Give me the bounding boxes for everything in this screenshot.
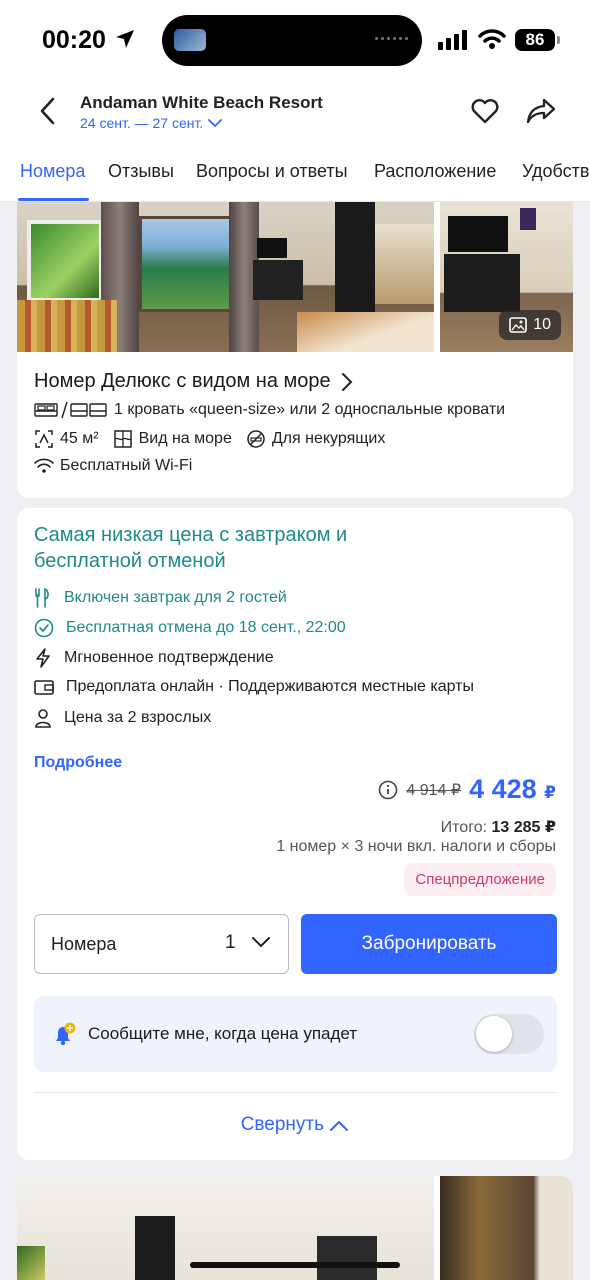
home-indicator [190, 1262, 400, 1268]
room-area: 45 м² [60, 430, 99, 447]
collapse-button[interactable]: Свернуть [17, 1114, 573, 1136]
heart-icon[interactable] [470, 96, 500, 126]
feature-instant-confirm-text: Мгновенное подтверждение [64, 649, 274, 666]
room-beds-text: 1 кровать «queen-size» или 2 односпальны… [114, 401, 506, 418]
chevron-up-icon [330, 1120, 349, 1131]
room-title-link[interactable]: Номер Делюкс с видом на море [34, 370, 353, 393]
room-card: 10 Номер Делюкс с видом на море 1 кроват… [17, 202, 573, 498]
rate-offer-card: Самая низкая цена с завтраком и бесплатн… [17, 508, 573, 1160]
tab-reviews[interactable]: Отзывы [108, 161, 174, 182]
rooms-select-label: Номера [51, 934, 117, 954]
room-specs-row: 45 м² Вид на море Для некурящих [34, 429, 385, 449]
photo-count-text: 10 [533, 316, 551, 333]
no-smoking-icon [247, 430, 265, 448]
tab-amenities[interactable]: Удобства [522, 161, 590, 182]
now-playing-thumbnail [174, 29, 206, 51]
more-details-link[interactable]: Подробнее [34, 754, 122, 772]
price-row: 4 914 ₽ 4 428 ₽ [378, 774, 556, 805]
wallet-icon [34, 680, 54, 695]
feature-instant-confirm: Мгновенное подтверждение [34, 648, 274, 668]
wifi-status-icon [478, 29, 506, 49]
person-icon [35, 709, 51, 728]
back-arrow-icon[interactable] [34, 96, 64, 126]
price-alert-toggle[interactable] [474, 1014, 544, 1054]
window-view-icon [113, 430, 132, 448]
price-alert-box: Сообщите мне, когда цена упадет [34, 996, 557, 1072]
total-label: Итого: [440, 819, 488, 836]
location-arrow-icon [116, 30, 134, 48]
battery-icon: 86 [515, 29, 555, 51]
cellular-signal-icon [438, 30, 467, 50]
chevron-down-icon [208, 119, 223, 128]
total-value: 13 285 ₽ [491, 819, 556, 836]
audio-wave-icon [375, 37, 408, 40]
dynamic-island [162, 15, 422, 66]
new-price-currency: ₽ [544, 783, 556, 802]
room-view: Вид на море [138, 430, 232, 447]
feature-breakfast: Включен завтрак для 2 гостей [34, 588, 287, 608]
next-room-photo-secondary[interactable] [440, 1176, 573, 1280]
feature-guests-text: Цена за 2 взрослых [64, 709, 212, 726]
tab-rooms[interactable]: Номера [20, 161, 85, 182]
rooms-quantity-select[interactable]: Номера 1 [34, 914, 289, 974]
bell-plus-icon [56, 1022, 76, 1046]
battery-tip [557, 36, 560, 44]
toggle-knob [476, 1016, 512, 1052]
feature-cancellation-text: Бесплатная отмена до 18 сент., 22:00 [66, 619, 346, 636]
room-smoking: Для некурящих [271, 430, 386, 447]
divider [34, 1092, 557, 1093]
room-beds-row: 1 кровать «queen-size» или 2 односпальны… [34, 401, 505, 419]
date-range-text: 24 сент. — 27 сент. [80, 115, 204, 131]
section-tabs: Номера Отзывы Вопросы и ответы Расположе… [0, 150, 590, 202]
share-icon[interactable] [525, 96, 557, 126]
image-icon [509, 317, 528, 333]
room-wifi-text: Бесплатный Wi-Fi [60, 457, 193, 474]
wifi-icon [34, 458, 54, 473]
nights-note: 1 номер × 3 ночи вкл. налоги и сборы [276, 838, 556, 855]
new-price: 4 428 ₽ [469, 774, 556, 805]
price-alert-text: Сообщите мне, когда цена упадет [88, 1024, 358, 1043]
fork-knife-icon [35, 588, 49, 608]
collapse-text: Свернуть [240, 1114, 325, 1135]
feature-guests: Цена за 2 взрослых [34, 708, 211, 728]
lightning-icon [36, 648, 50, 668]
feature-breakfast-text: Включен завтрак для 2 гостей [64, 589, 287, 606]
hotel-name: Andaman White Beach Resort [80, 93, 323, 112]
special-offer-badge: Спецпредложение [404, 863, 556, 896]
rooms-select-value: 1 [225, 932, 236, 953]
status-bar: 00:20 86 [0, 0, 590, 80]
chevron-right-icon [341, 372, 353, 391]
tab-location[interactable]: Расположение [374, 161, 496, 182]
feature-prepayment: Предоплата онлайн · Поддерживаются местн… [34, 678, 474, 696]
room-title: Номер Делюкс с видом на море [34, 370, 331, 392]
photo-count-badge[interactable]: 10 [499, 310, 561, 340]
old-price: 4 914 ₽ [406, 781, 462, 799]
date-range-selector[interactable]: 24 сент. — 27 сент. [80, 115, 223, 131]
room-photo-main[interactable] [17, 202, 434, 352]
hotel-header: Andaman White Beach Resort 24 сент. — 27… [0, 80, 590, 150]
status-time: 00:20 [42, 26, 106, 54]
chevron-down-icon [252, 937, 270, 948]
info-icon[interactable] [378, 780, 398, 800]
book-button[interactable]: Забронировать [301, 914, 557, 974]
bed-icon [34, 401, 107, 419]
feature-prepayment-text: Предоплата онлайн · Поддерживаются местн… [66, 678, 474, 695]
room-size-icon [35, 430, 53, 448]
room-wifi-row: Бесплатный Wi-Fi [34, 457, 192, 475]
feature-cancellation: Бесплатная отмена до 18 сент., 22:00 [34, 618, 346, 638]
total-price: Итого: 13 285 ₽ [441, 817, 556, 837]
tab-qa[interactable]: Вопросы и ответы [196, 161, 348, 182]
active-tab-indicator [18, 198, 89, 201]
new-price-value: 4 428 [469, 774, 537, 804]
room-photo-secondary[interactable]: 10 [440, 202, 573, 352]
check-circle-icon [34, 618, 54, 638]
offer-title: Самая низкая цена с завтраком и бесплатн… [34, 524, 348, 572]
